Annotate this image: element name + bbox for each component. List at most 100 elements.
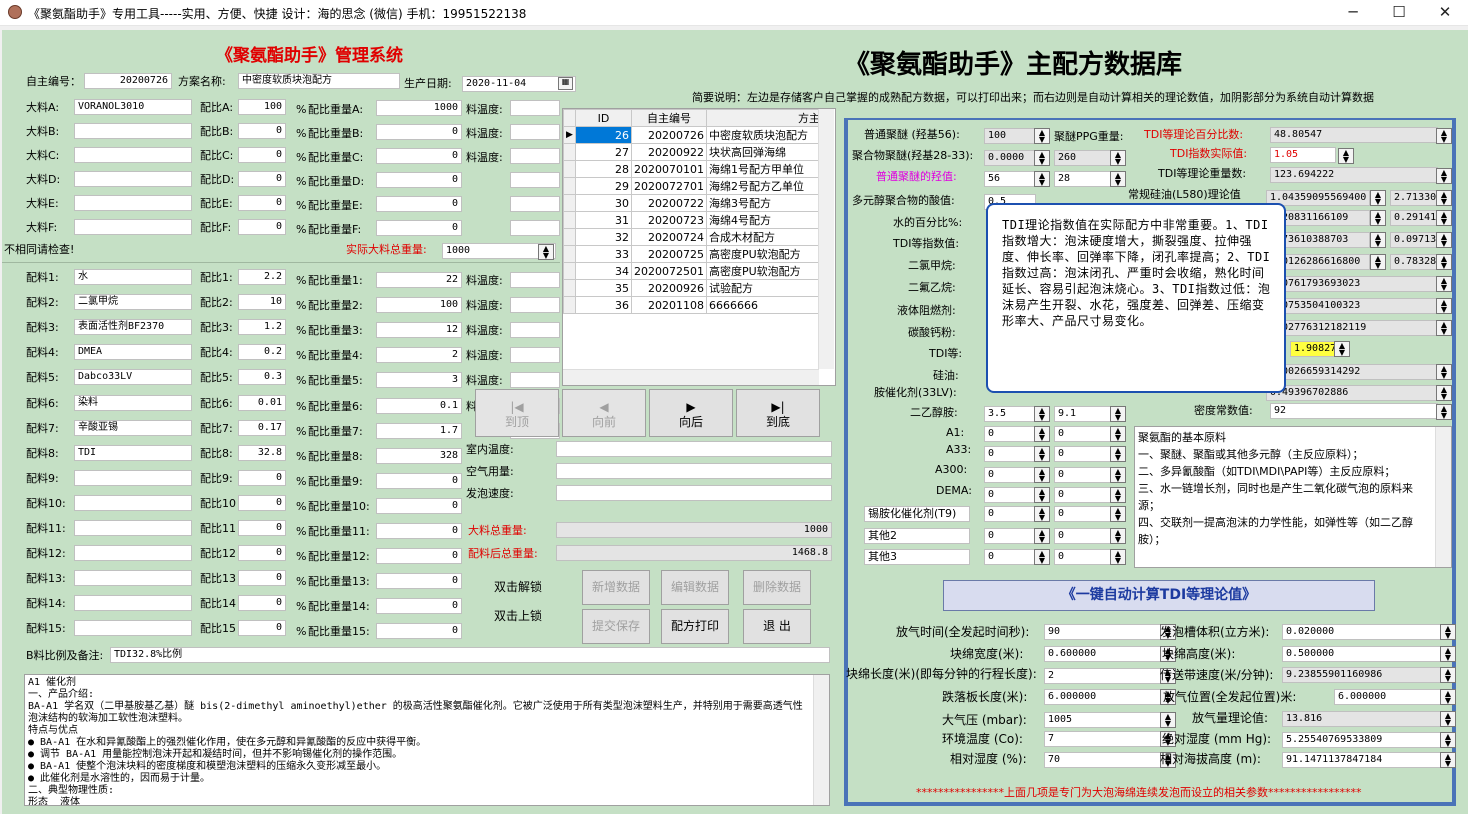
rel-alt-field[interactable]: 91.1471137847184: [1282, 752, 1442, 768]
calc-spin[interactable]: ▲ ▼: [1370, 190, 1386, 206]
raw-vscroll[interactable]: [1435, 427, 1451, 567]
pe-oh2-spin[interactable]: ▲ ▼: [1110, 171, 1126, 187]
own-no-field[interactable]: 20200726: [84, 73, 172, 89]
table-row[interactable]: 34 2020072501 高密度PU软泡配方: [563, 262, 823, 280]
pe-field[interactable]: 100: [984, 128, 1036, 144]
mix-ratio-field[interactable]: 0: [238, 520, 286, 536]
table-row[interactable]: 28 2020070101 海绵1号配方甲单位: [563, 160, 823, 178]
demab-field[interactable]: 0: [1054, 487, 1114, 503]
table-row[interactable]: ▶ 26 20200726 中密度软质块泡配方: [563, 126, 823, 144]
desc-vscroll[interactable]: [813, 675, 829, 805]
calendar-icon[interactable]: ▦: [558, 77, 573, 90]
demab-spin[interactable]: ▲ ▼: [1110, 487, 1126, 503]
big-name-field[interactable]: [74, 147, 192, 163]
table-row[interactable]: 31 20200723 海绵4号配方: [563, 211, 823, 229]
nav-first-button[interactable]: |◀ 到顶: [475, 389, 559, 437]
maximize-button[interactable]: ☐: [1376, 0, 1422, 26]
raw-material-text[interactable]: 聚氨酯的基本原料 一、聚醚、聚酯或其他多元醇（主反应原料）； 二、多异氰酸酯（如…: [1134, 426, 1452, 568]
mix-ratio-field[interactable]: 0.01: [238, 394, 286, 411]
other3-spin[interactable]: ▲ ▼: [1034, 549, 1050, 565]
calc-spin[interactable]: ▲ ▼: [1370, 254, 1386, 270]
mix-name-field[interactable]: [74, 520, 192, 536]
pe-oh2-field[interactable]: 28: [1054, 171, 1114, 187]
pe-oh1-field[interactable]: 56: [984, 171, 1036, 187]
temp-field[interactable]: [510, 220, 560, 236]
a1b-spin[interactable]: ▲ ▼: [1110, 426, 1126, 442]
tinb-spin[interactable]: ▲ ▼: [1110, 506, 1126, 522]
mix-ratio-field[interactable]: 0.2: [238, 344, 286, 361]
calc-spin[interactable]: ▲ ▼: [1370, 210, 1386, 226]
tdi-actual-spin[interactable]: ▲ ▼: [1338, 148, 1354, 164]
a33b-spin[interactable]: ▲ ▼: [1110, 446, 1126, 462]
mix-weight-field[interactable]: 0: [376, 573, 462, 590]
table-header[interactable]: 自主编号: [631, 109, 707, 127]
fall-field[interactable]: 6.000000: [1044, 689, 1162, 705]
big-name-field[interactable]: [74, 123, 192, 139]
temp-field[interactable]: [510, 272, 560, 288]
pop2-spin[interactable]: ▲ ▼: [1110, 150, 1126, 166]
big-name-field[interactable]: [74, 195, 192, 211]
scheme-field[interactable]: 中密度软质块泡配方: [238, 73, 400, 89]
mix-ratio-field[interactable]: 32.8: [238, 444, 286, 461]
table-row[interactable]: 27 20200922 块状高回弹海绵: [563, 143, 823, 161]
edit-data-button[interactable]: 编辑数据: [661, 570, 729, 605]
abs-hum-field-spin[interactable]: ▲ ▼: [1440, 732, 1456, 748]
tdi-weight-spin[interactable]: ▲ ▼: [1436, 168, 1452, 184]
rel-hum-field[interactable]: 70: [1044, 752, 1162, 768]
calc-spin[interactable]: ▲ ▼: [1436, 232, 1452, 248]
density-spin[interactable]: ▲ ▼: [1436, 404, 1452, 420]
big-weight-field[interactable]: 0: [376, 124, 462, 140]
trough-field[interactable]: 0.020000: [1282, 624, 1442, 640]
other3b-spin[interactable]: ▲ ▼: [1110, 549, 1126, 565]
table-header[interactable]: ID: [575, 109, 632, 127]
big-name-field[interactable]: VORANOL3010: [74, 99, 192, 115]
exit-button[interactable]: 退 出: [743, 609, 811, 644]
a300-field[interactable]: 0: [984, 467, 1036, 483]
other3-field[interactable]: 0: [984, 549, 1036, 565]
mix-weight-field[interactable]: 12: [376, 322, 462, 339]
deg2-field[interactable]: 9.1: [1054, 406, 1114, 422]
other3-name-field[interactable]: 其他3: [864, 549, 970, 565]
table-row[interactable]: 36 20201108 6666666: [563, 296, 823, 314]
other2-name-field[interactable]: 其他2: [864, 528, 970, 544]
gas-field-spin[interactable]: ▲ ▼: [1440, 711, 1456, 727]
other2b-field[interactable]: 0: [1054, 528, 1114, 544]
mix-name-field[interactable]: [74, 570, 192, 587]
delete-data-button[interactable]: 删除数据: [743, 570, 811, 605]
big-ratio-field[interactable]: 0: [238, 171, 286, 187]
mix-name-field[interactable]: 表面活性剂BF2370: [74, 319, 192, 336]
big-ratio-field[interactable]: 0: [238, 147, 286, 163]
submit-save-button[interactable]: 提交保存: [582, 609, 650, 644]
mix-ratio-field[interactable]: 0: [238, 494, 286, 511]
big-weight-field[interactable]: 0: [376, 220, 462, 236]
mix-weight-field[interactable]: 22: [376, 272, 462, 288]
mix-weight-field[interactable]: 100: [376, 297, 462, 314]
other2-field[interactable]: 0: [984, 528, 1036, 544]
table-row[interactable]: 30 20200722 海绵3号配方: [563, 194, 823, 212]
dema-field[interactable]: 0: [984, 487, 1036, 503]
actual-total-spin[interactable]: ▲ ▼: [538, 244, 554, 260]
mix-ratio-field[interactable]: 0: [238, 570, 286, 587]
big-weight-field[interactable]: 0: [376, 172, 462, 188]
a33-field[interactable]: 0: [984, 446, 1036, 462]
height-field-spin[interactable]: ▲ ▼: [1440, 646, 1456, 662]
mix-name-field[interactable]: [74, 545, 192, 562]
big-weight-field[interactable]: 0: [376, 196, 462, 212]
mix-ratio-field[interactable]: 0: [238, 545, 286, 562]
calc-spin[interactable]: ▲ ▼: [1334, 341, 1350, 357]
air-field[interactable]: [556, 463, 832, 479]
deg1-spin[interactable]: ▲ ▼: [1034, 406, 1050, 422]
big-name-field[interactable]: [74, 219, 192, 235]
a1-spin[interactable]: ▲ ▼: [1034, 426, 1050, 442]
temp-field[interactable]: [510, 196, 560, 212]
mix-name-field[interactable]: DMEA: [74, 344, 192, 361]
tdi-pct-spin[interactable]: ▲ ▼: [1436, 128, 1452, 144]
print-recipe-button[interactable]: 配方打印: [661, 609, 729, 644]
grid-vscroll[interactable]: [818, 109, 834, 369]
mix-name-field[interactable]: 辛酸亚锡: [74, 419, 192, 436]
env-temp-field[interactable]: 7: [1044, 731, 1162, 747]
mix-ratio-field[interactable]: 10: [238, 294, 286, 311]
mix-weight-field[interactable]: 0: [376, 472, 462, 489]
mix-name-field[interactable]: [74, 620, 192, 637]
add-data-button[interactable]: 新增数据: [582, 570, 650, 605]
